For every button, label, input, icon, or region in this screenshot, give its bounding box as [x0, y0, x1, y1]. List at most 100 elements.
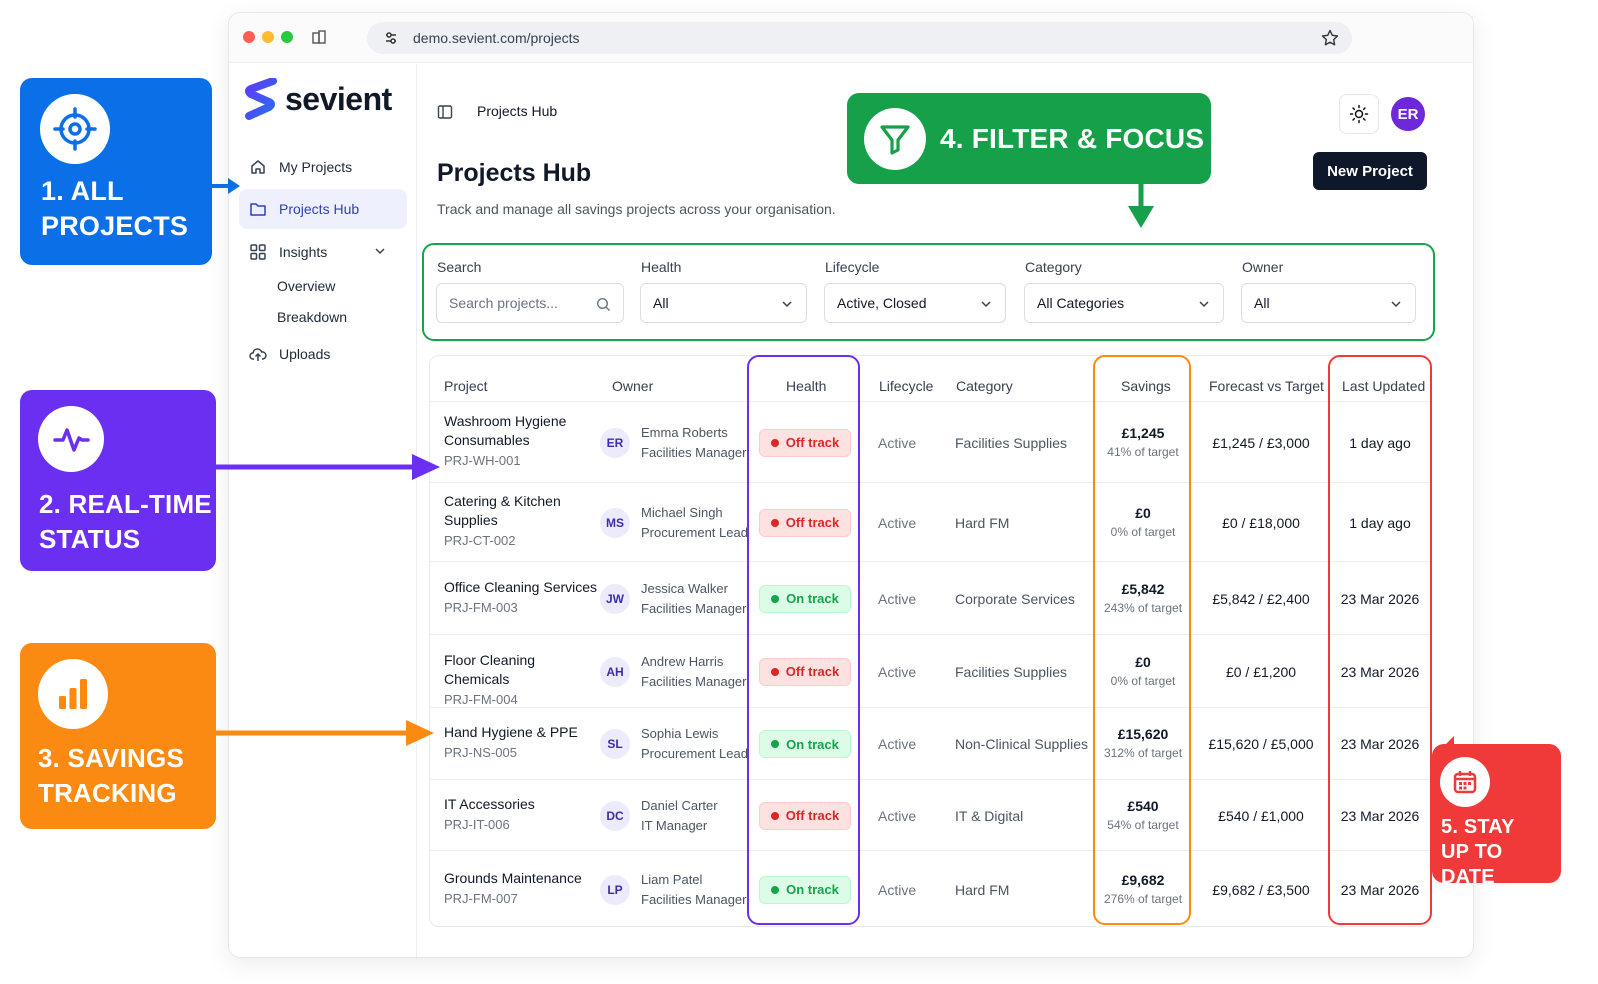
projects-table: Project Owner Health Lifecycle Category …	[429, 355, 1431, 927]
chevron-down-icon	[782, 301, 792, 308]
chevron-down-icon[interactable]	[373, 244, 387, 258]
health-select[interactable]: All	[640, 283, 807, 323]
owner-avatar: MS	[600, 507, 630, 538]
search-placeholder: Search projects...	[449, 295, 558, 311]
sidebar-item-label: Insights	[279, 244, 328, 260]
forecast-cell: £9,682 / £3,500	[1212, 881, 1310, 898]
sun-icon	[1349, 104, 1369, 124]
project-name[interactable]: Floor Cleaning Chemicals	[444, 651, 604, 689]
callout-3-line-2: TRACKING	[38, 778, 177, 808]
close-window-button[interactable]	[243, 31, 255, 43]
star-icon[interactable]	[1320, 28, 1340, 48]
project-name[interactable]: IT Accessories	[444, 795, 604, 814]
owner-role: Facilities Manager	[641, 600, 747, 616]
lifecycle-label: Lifecycle	[825, 259, 880, 275]
table-row[interactable]: Office Cleaning Services PRJ-FM-003 JW Jess…	[430, 561, 1430, 634]
owner-name: Sophia Lewis	[641, 726, 719, 741]
project-id: PRJ-FM-007	[444, 890, 518, 906]
table-row[interactable]: Washroom Hygiene Consumables PRJ-WH-001 ER…	[430, 401, 1430, 482]
pulse-icon	[38, 406, 104, 472]
owner-cell: Andrew Harris Facilities Manager	[641, 652, 747, 692]
project-name[interactable]: Hand Hygiene & PPE	[444, 723, 604, 742]
lifecycle-select-value: Active, Closed	[837, 295, 927, 311]
owner-role: Procurement Lead	[641, 746, 748, 761]
project-cell[interactable]: Grounds Maintenance PRJ-FM-007	[444, 869, 604, 906]
filter-icon	[864, 108, 926, 170]
lifecycle-cell: Active	[878, 590, 917, 607]
project-name[interactable]: Catering & Kitchen Supplies	[444, 492, 604, 530]
owner-role: Facilities Manager	[641, 444, 747, 460]
sidebar-item-breakdown[interactable]: Breakdown	[277, 309, 347, 325]
owner-name: Andrew Harris	[641, 653, 724, 669]
project-name[interactable]: Office Cleaning Services	[444, 578, 604, 597]
project-id: PRJ-FM-003	[444, 599, 518, 615]
column-header-lifecycle[interactable]: Lifecycle	[879, 378, 933, 394]
project-cell[interactable]: Washroom Hygiene Consumables PRJ-WH-001	[444, 412, 604, 468]
table-row[interactable]: Catering & Kitchen Supplies PRJ-CT-002 MS M…	[430, 482, 1430, 561]
project-id: PRJ-WH-001	[444, 452, 521, 468]
callout-5-line-1: 5. STAY	[1441, 816, 1515, 838]
new-project-button[interactable]: New Project	[1313, 152, 1427, 190]
arrow-1-icon	[212, 178, 240, 194]
table-row[interactable]: Grounds Maintenance PRJ-FM-007 LP Liam Pate…	[430, 850, 1430, 927]
chevron-down-icon	[981, 301, 991, 308]
maximize-window-button[interactable]	[281, 31, 293, 43]
arrow-3-icon	[216, 720, 434, 746]
category-cell: Non-Clinical Supplies	[955, 736, 1089, 752]
lifecycle-select[interactable]: Active, Closed	[824, 283, 1006, 323]
arrow-2-icon	[216, 454, 440, 480]
forecast-cell: £15,620 / £5,000	[1208, 736, 1314, 752]
sidebar-item-uploads[interactable]: Uploads	[239, 334, 407, 374]
page-title: Projects Hub	[437, 159, 592, 187]
project-cell[interactable]: Office Cleaning Services PRJ-FM-003	[444, 578, 604, 615]
theme-toggle-button[interactable]	[1339, 94, 1379, 134]
owner-avatar: AH	[600, 656, 630, 687]
callout-1-line-1: 1. ALL	[41, 176, 124, 206]
owner-cell: Daniel Carter IT Manager	[641, 796, 718, 836]
search-input[interactable]: Search projects...	[436, 283, 624, 323]
owner-select[interactable]: All	[1241, 283, 1416, 323]
sidebar-item-my-projects[interactable]: My Projects	[239, 147, 407, 187]
callout-savings-tracking: 3. SAVINGS TRACKING	[20, 643, 216, 829]
sidebar-item-projects-hub[interactable]: Projects Hub	[239, 189, 407, 229]
table-row[interactable]: IT Accessories PRJ-IT-006 DC Daniel Carter I…	[430, 779, 1430, 850]
panel-icon[interactable]	[437, 104, 453, 120]
avatar[interactable]: ER	[1391, 97, 1425, 131]
column-header-project[interactable]: Project	[444, 378, 488, 394]
lifecycle-cell: Active	[878, 663, 917, 680]
callout-all-projects: 1. ALL PROJECTS	[20, 78, 212, 265]
table-row[interactable]: Hand Hygiene & PPE PRJ-NS-005 SL Sophia Lew…	[430, 707, 1430, 779]
sidebar-item-insights[interactable]: Insights	[239, 232, 407, 272]
column-header-owner[interactable]: Owner	[612, 378, 653, 394]
project-name[interactable]: Grounds Maintenance	[444, 869, 604, 888]
tabs-icon[interactable]	[311, 29, 327, 45]
project-cell[interactable]: Hand Hygiene & PPE PRJ-NS-005	[444, 723, 604, 760]
url-text: demo.sevient.com/projects	[413, 30, 580, 46]
project-id: PRJ-FM-004	[444, 691, 518, 707]
project-name[interactable]: Washroom Hygiene Consumables	[444, 412, 604, 450]
arrow-4-icon	[1128, 184, 1154, 228]
column-header-forecast[interactable]: Forecast vs Target	[1209, 378, 1324, 394]
category-cell: Corporate Services	[955, 590, 1075, 607]
site-settings-icon[interactable]	[383, 30, 399, 46]
owner-cell: Sophia Lewis Procurement Lead	[641, 724, 748, 764]
project-cell[interactable]: Floor Cleaning Chemicals PRJ-FM-004	[444, 651, 604, 707]
address-bar[interactable]: demo.sevient.com/projects	[367, 22, 1352, 54]
owner-name: Emma Roberts	[641, 424, 728, 440]
callout-filter-focus: 4. FILTER & FOCUS	[847, 93, 1211, 184]
callout-3-line-1: 3. SAVINGS	[38, 743, 185, 773]
owner-avatar: SL	[600, 729, 630, 759]
sidebar-item-label: Projects Hub	[279, 201, 360, 217]
minimize-window-button[interactable]	[262, 31, 274, 43]
category-select[interactable]: All Categories	[1024, 283, 1224, 323]
health-column-highlight	[747, 355, 860, 925]
target-icon	[40, 94, 110, 164]
brand-logo[interactable]: sevient	[245, 78, 392, 120]
project-cell[interactable]: Catering & Kitchen Supplies PRJ-CT-002	[444, 492, 604, 548]
table-row[interactable]: Floor Cleaning Chemicals PRJ-FM-004 AH Andr…	[430, 634, 1430, 707]
column-header-category[interactable]: Category	[956, 378, 1013, 394]
sidebar-item-overview[interactable]: Overview	[277, 278, 335, 294]
owner-cell: Jessica Walker Facilities Manager	[641, 579, 747, 619]
project-cell[interactable]: IT Accessories PRJ-IT-006	[444, 795, 604, 832]
owner-cell: Liam Patel Facilities Manager	[641, 870, 747, 910]
